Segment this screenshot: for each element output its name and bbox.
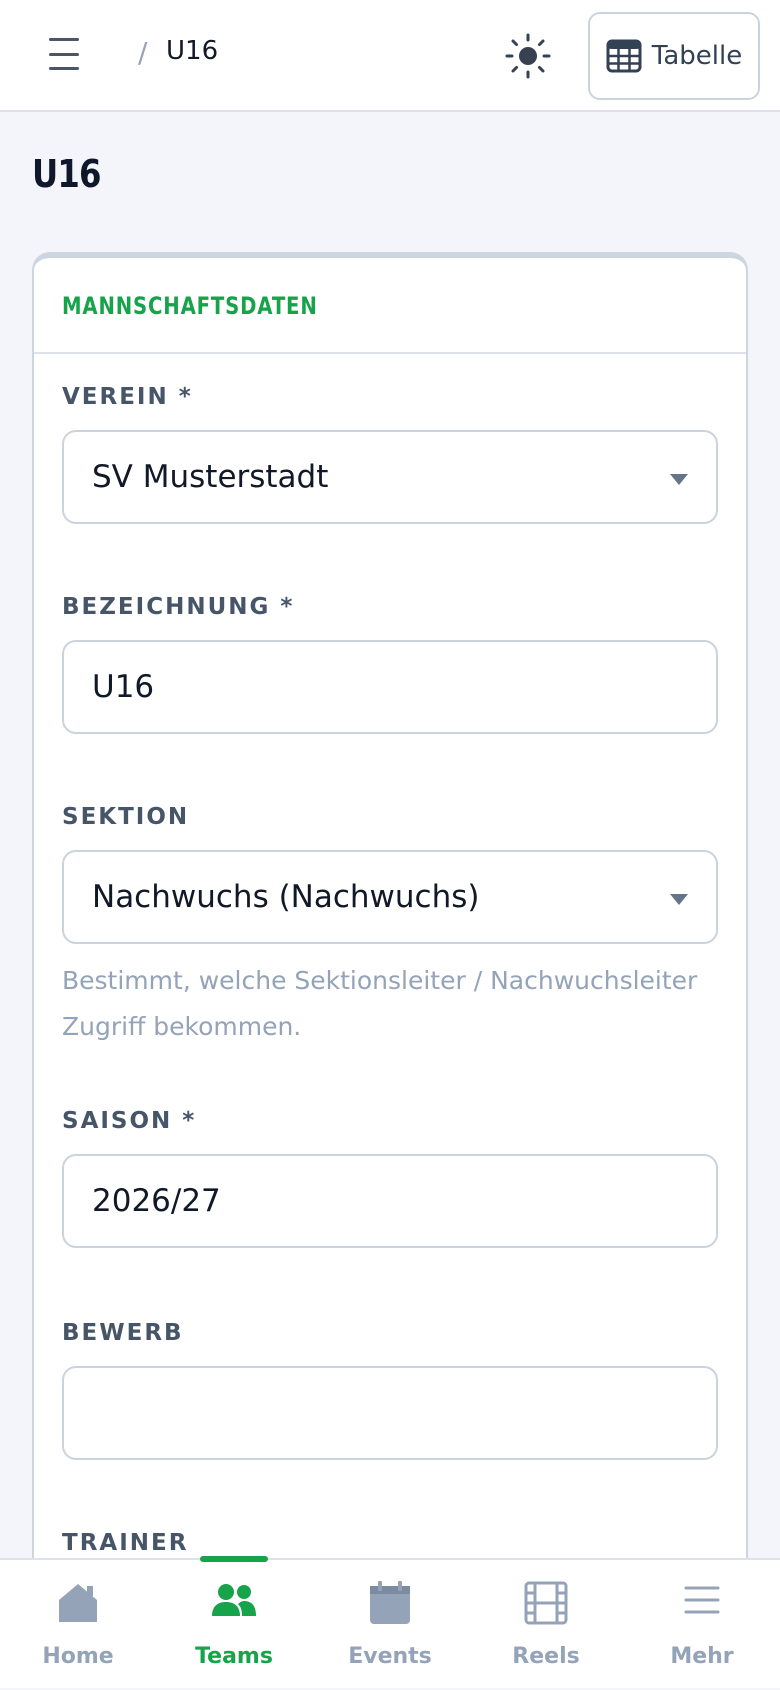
- field-saison: SAISON * 2026/27: [62, 1108, 718, 1248]
- chevron-down-icon: [670, 894, 688, 905]
- film-icon: [524, 1581, 568, 1625]
- sektion-value: Nachwuchs (Nachwuchs): [92, 879, 480, 915]
- bezeichnung-label: BEZEICHNUNG *: [62, 594, 295, 620]
- card-title: MANNSCHAFTSDATEN: [62, 292, 318, 320]
- page-title: U16: [32, 152, 101, 196]
- verein-label: VEREIN *: [62, 384, 193, 410]
- bezeichnung-value: U16: [92, 669, 155, 705]
- home-icon: [59, 1584, 97, 1622]
- team-data-card: MANNSCHAFTSDATEN VEREIN * SV Musterstadt…: [32, 252, 748, 1572]
- table-view-button[interactable]: Tabelle: [588, 12, 760, 100]
- users-icon: [212, 1584, 256, 1616]
- sun-icon[interactable]: [502, 30, 554, 82]
- sektion-hint-line: Zugriff bekommen.: [62, 1012, 302, 1041]
- bottom-navigation: Home Teams Events Reels Mehr: [0, 1556, 780, 1690]
- breadcrumb-current: U16: [166, 36, 219, 66]
- saison-label: SAISON *: [62, 1108, 197, 1134]
- nav-label: Mehr: [670, 1644, 734, 1669]
- field-bezeichnung: BEZEICHNUNG * U16: [62, 594, 718, 734]
- nav-item-mehr[interactable]: Mehr: [624, 1560, 780, 1690]
- nav-label: Home: [42, 1644, 114, 1669]
- breadcrumb-separator: /: [138, 36, 148, 69]
- field-bewerb: BEWERB: [62, 1320, 718, 1460]
- top-bar: / U16 Tabelle: [0, 0, 780, 112]
- nav-item-home[interactable]: Home: [0, 1560, 156, 1690]
- saison-value: 2026/27: [92, 1183, 221, 1219]
- bewerb-input[interactable]: [62, 1366, 718, 1460]
- bezeichnung-input[interactable]: U16: [62, 640, 718, 734]
- nav-label: Reels: [512, 1644, 580, 1669]
- sektion-label: SEKTION: [62, 804, 190, 830]
- nav-label: Events: [348, 1644, 432, 1669]
- nav-label: Teams: [195, 1644, 273, 1669]
- nav-item-events[interactable]: Events: [312, 1560, 468, 1690]
- table-button-label: Tabelle: [651, 41, 743, 71]
- nav-item-teams[interactable]: Teams: [156, 1560, 312, 1690]
- saison-input[interactable]: 2026/27: [62, 1154, 718, 1248]
- calendar-icon: [370, 1581, 410, 1624]
- chevron-down-icon: [670, 474, 688, 485]
- more-menu-icon: [684, 1586, 720, 1614]
- sektion-hint-line: Bestimmt, welche Sektionsleiter / Nachwu…: [62, 966, 698, 995]
- trainer-label: TRAINER: [62, 1530, 189, 1556]
- bewerb-label: BEWERB: [62, 1320, 184, 1346]
- card-header: MANNSCHAFTSDATEN: [34, 258, 746, 354]
- verein-value: SV Musterstadt: [92, 459, 329, 495]
- sektion-select[interactable]: Nachwuchs (Nachwuchs): [62, 850, 718, 944]
- table-grid-icon: [606, 39, 642, 73]
- verein-select[interactable]: SV Musterstadt: [62, 430, 718, 524]
- sektion-hint: Bestimmt, welche Sektionsleiter / Nachwu…: [62, 958, 718, 1050]
- field-trainer: TRAINER: [62, 1530, 718, 1556]
- field-verein: VEREIN * SV Musterstadt: [62, 384, 718, 524]
- nav-item-reels[interactable]: Reels: [468, 1560, 624, 1690]
- hamburger-icon[interactable]: [44, 38, 84, 70]
- field-sektion: SEKTION Nachwuchs (Nachwuchs) Bestimmt, …: [62, 804, 718, 1050]
